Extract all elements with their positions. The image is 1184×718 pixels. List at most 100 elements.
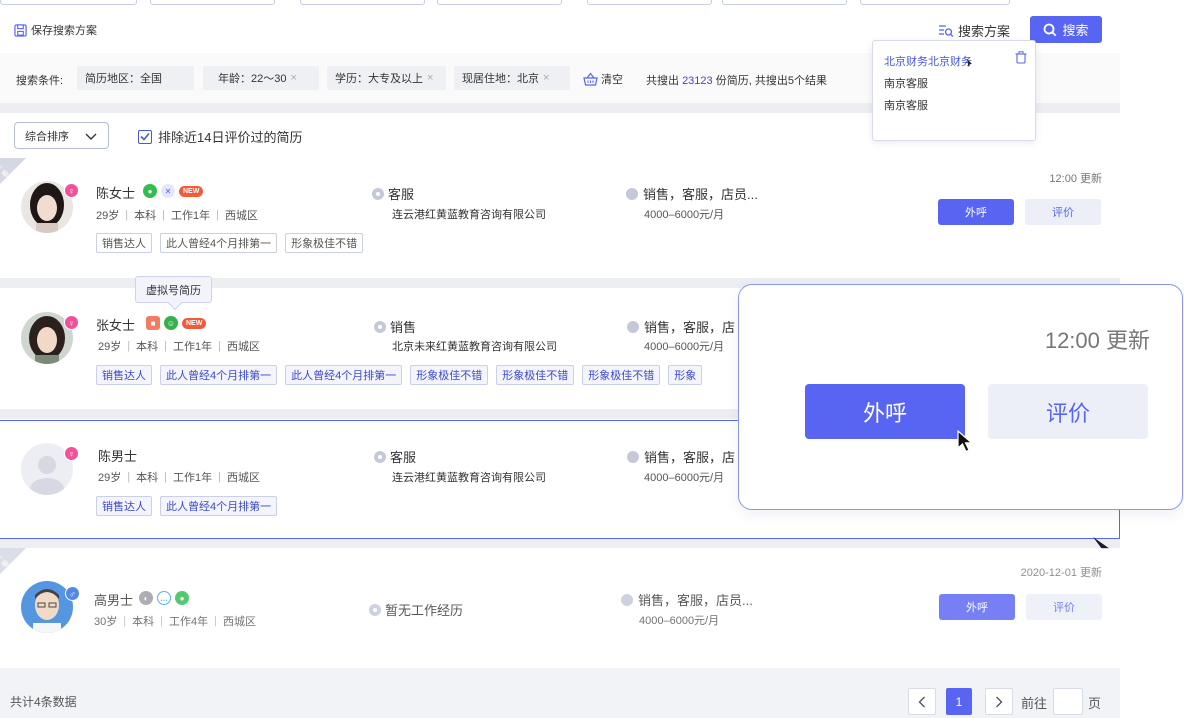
female-gender-icon: ♀ — [64, 446, 79, 461]
updated-time: 2020-12-01 更新 — [1020, 567, 1102, 579]
candidate-tag: 形象极佳不错 — [285, 233, 364, 253]
search-button-label: 搜索 — [1062, 23, 1089, 38]
zoom-callout: 12:00 更新 外呼 评价 — [738, 284, 1183, 510]
candidate-meta: 30岁 | 本科 | 工作4年 | 西城区 — [94, 615, 256, 628]
candidate-name[interactable]: 张女士 — [96, 315, 135, 334]
viewed-corner-badge: 已看过 — [0, 158, 26, 186]
result-count: 23123 — [682, 75, 713, 87]
candidate-meta: 29岁 | 本科 | 工作1年 | 西城区 — [96, 209, 258, 222]
rate-button[interactable]: 评价 — [1026, 594, 1102, 620]
candidate-tag: 形象极佳不错 — [496, 365, 575, 385]
candidate-meta: 29岁 | 本科 | 工作1年 | 西城区 — [98, 471, 260, 484]
clear-conditions-button[interactable]: 清空 — [583, 71, 623, 87]
current-job: 客服 — [372, 184, 414, 203]
candidate-tag: 销售达人 — [96, 233, 152, 253]
mouse-cursor-icon — [957, 430, 974, 453]
sort-select[interactable]: 综合排序 — [14, 122, 109, 149]
search-plan-icon — [939, 24, 954, 37]
sort-selected-value: 综合排序 — [25, 130, 69, 143]
wanted-positions: 销售，客服，店 — [627, 447, 735, 466]
updated-time: 12:00 更新 — [1049, 173, 1102, 185]
expected-salary: 4000–6000元/月 — [639, 615, 720, 627]
search-button[interactable]: 搜索 — [1030, 16, 1102, 43]
candidate-card[interactable]: 已看过 ♂ 高男士 ◐ … ● 30岁 | 本科 | 工作4年 | 西城区 暂无工作经历 销… — [0, 548, 1120, 668]
current-job: 暂无工作经历 — [369, 600, 463, 619]
candidate-card[interactable]: 已看过 ♀ 陈女士 ● ✕ NEW 29岁 | 本科 | 工作1年 | 西城区 销售达人 此… — [0, 158, 1120, 278]
female-gender-icon: ♀ — [64, 315, 79, 330]
page-jump-input[interactable] — [1053, 688, 1083, 715]
expected-salary: 4000–6000元/月 — [644, 209, 725, 221]
job-dot-icon — [369, 603, 381, 616]
candidate-tag: 此人曾经4个月排第一 — [160, 496, 278, 516]
total-rows-label: 共计4条数据 — [10, 695, 77, 709]
exclude-recent-checkbox[interactable]: 排除近14日评价过的简历 — [138, 127, 302, 146]
result-summary: 共搜出 23123 份简历, 共搜出5个结果 — [646, 75, 827, 87]
filter-field-1[interactable] — [0, 0, 137, 5]
search-plans-dropdown: 北京财务北京财务 南京客服 南京客服 — [872, 40, 1036, 141]
cursor-icon — [967, 59, 972, 67]
job-dot-icon — [372, 187, 384, 200]
filter-field-7[interactable] — [860, 0, 1010, 5]
basket-icon — [583, 72, 598, 86]
expected-salary: 4000–6000元/月 — [644, 472, 725, 484]
filter-field-5[interactable] — [587, 0, 712, 5]
checkbox-checked-icon[interactable] — [138, 129, 152, 144]
candidate-tag: 销售达人 — [96, 365, 152, 385]
filter-field-6[interactable] — [722, 0, 847, 5]
chat-icon: … — [157, 591, 171, 605]
filter-field-2[interactable] — [150, 0, 275, 5]
remove-chip-icon[interactable]: × — [290, 72, 296, 84]
remove-chip-icon[interactable]: × — [427, 72, 433, 84]
male-gender-icon: ♂ — [65, 586, 80, 601]
remove-chip-icon[interactable]: × — [543, 72, 549, 84]
save-search-plan-button[interactable]: 保存搜索方案 — [14, 22, 97, 38]
condition-chip-education[interactable]: 学历：大专及以上 × — [327, 66, 446, 90]
plan-item[interactable]: 南京客服 — [884, 75, 928, 91]
candidate-name[interactable]: 陈男士 — [98, 446, 137, 465]
person-icon — [627, 320, 639, 333]
prev-page-button[interactable] — [908, 688, 936, 715]
rate-button[interactable]: 评价 — [1025, 199, 1101, 225]
plan-item[interactable]: 南京客服 — [884, 97, 928, 113]
current-job: 销售 — [374, 317, 416, 336]
candidate-tag: 此人曾经4个月排第一 — [285, 365, 403, 385]
company-name: 连云港红黄蓝教育咨询有限公司 — [392, 472, 546, 484]
call-button[interactable]: 外呼 — [938, 199, 1014, 225]
chevron-left-icon — [918, 696, 925, 707]
new-badge: NEW — [179, 185, 204, 197]
page-number-current[interactable]: 1 — [946, 688, 972, 715]
candidate-name[interactable]: 陈女士 — [96, 183, 135, 202]
filter-field-3[interactable] — [300, 0, 425, 5]
candidate-tag: 形象极佳不错 — [410, 365, 489, 385]
zoom-call-button[interactable]: 外呼 — [805, 384, 965, 439]
lock-icon: ■ — [146, 316, 160, 330]
call-button[interactable]: 外呼 — [939, 594, 1015, 620]
company-name: 连云港红黄蓝教育咨询有限公司 — [392, 209, 546, 221]
next-page-button[interactable] — [985, 688, 1013, 715]
separator — [0, 538, 1120, 548]
candidate-tag: 此人曾经4个月排第一 — [160, 233, 278, 253]
zoom-updated-time: 12:00 更新 — [1044, 328, 1150, 353]
candidate-name[interactable]: 高男士 — [94, 590, 133, 609]
condition-chip-region[interactable]: 简历地区：全国 — [77, 66, 194, 90]
viewed-corner-badge: 已看过 — [0, 548, 26, 576]
virtual-number-tooltip: 虚拟号简历 — [135, 276, 212, 303]
save-icon — [14, 23, 27, 37]
zoom-rate-button[interactable]: 评价 — [988, 384, 1148, 439]
wechat-icon: ● — [143, 184, 157, 198]
wanted-positions: 销售，客服，店员... — [621, 590, 753, 609]
tools-icon: ✕ — [161, 184, 175, 198]
plan-item[interactable]: 北京财务北京财务 — [884, 53, 972, 69]
condition-chip-residence[interactable]: 现居住地：北京 × — [454, 66, 570, 90]
current-job: 客服 — [374, 447, 416, 466]
condition-chip-age[interactable]: 年龄：22～30 × — [203, 66, 319, 90]
search-plan-button[interactable]: 搜索方案 — [938, 21, 1010, 40]
candidate-tag: 此人曾经4个月排第一 — [160, 365, 278, 385]
trash-icon[interactable] — [1015, 51, 1027, 64]
page-unit-label: 页 — [1088, 696, 1102, 711]
expected-salary: 4000–6000元/月 — [644, 341, 725, 353]
save-plan-label: 保存搜索方案 — [31, 25, 97, 37]
candidate-meta: 29岁 | 本科 | 工作1年 | 西城区 — [98, 340, 260, 353]
filter-field-4[interactable] — [437, 0, 562, 5]
person-icon — [627, 450, 639, 463]
